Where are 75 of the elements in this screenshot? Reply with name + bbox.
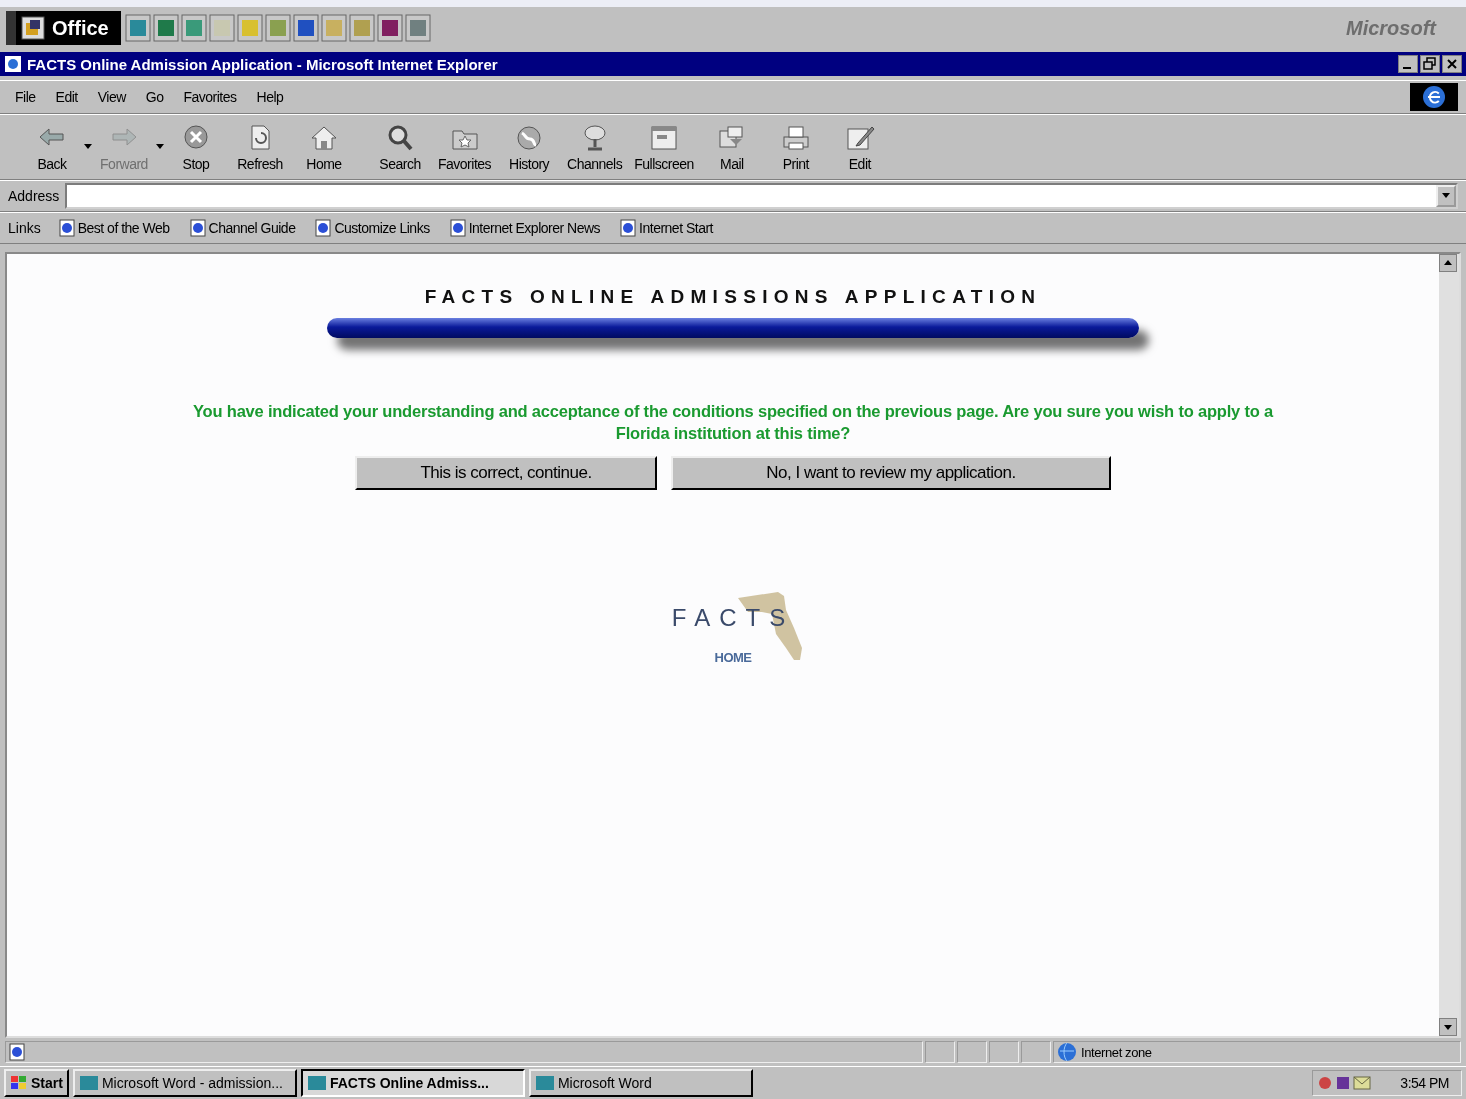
logo-text: FACTS: [671, 604, 795, 632]
dropdown-arrow-icon[interactable]: [1442, 193, 1450, 199]
home-link[interactable]: HOME: [714, 640, 752, 674]
office-shortcut-bar[interactable]: Office: [6, 11, 121, 45]
windows-logo-icon: [10, 1074, 28, 1092]
link-button[interactable]: Channel Guide: [187, 217, 298, 239]
restore-icon[interactable]: [1420, 55, 1440, 73]
toolbar-button[interactable]: Back: [20, 120, 84, 174]
brand-label: Microsoft: [1346, 16, 1436, 40]
office-logo-icon[interactable]: [20, 15, 46, 41]
web-page-icon: [315, 219, 332, 237]
toolbar-button[interactable]: History: [497, 120, 562, 174]
page-status-icon: [9, 1043, 27, 1061]
menu-item[interactable]: Edit: [48, 87, 85, 107]
toolbar-button[interactable]: Favorites: [432, 120, 498, 174]
menu-item[interactable]: Go: [138, 87, 171, 107]
web-page-icon: [620, 219, 637, 237]
web-page-icon: [58, 219, 75, 237]
status-panel: [957, 1041, 987, 1063]
status-panel: [925, 1041, 955, 1063]
window-title: FACTS Online Admission Application - Microsoft Internet Explorer: [27, 55, 498, 73]
globe-icon: [1057, 1042, 1077, 1062]
status-panel: [1021, 1041, 1051, 1063]
menu-item[interactable]: File: [8, 87, 43, 107]
status-panel: [989, 1041, 1019, 1063]
link-button[interactable]: Internet Start: [618, 217, 715, 239]
minimize-icon[interactable]: [1398, 55, 1418, 73]
menu-item[interactable]: View: [90, 87, 133, 107]
taskbar-button[interactable]: FACTS Online Admiss...: [300, 1069, 525, 1097]
toolbar-button[interactable]: Refresh: [228, 120, 292, 174]
office-label: Office: [52, 16, 109, 40]
confirmation-message: You have indicated your understanding and acceptance of the conditions specified on the previous page. Are you sure you wish to apply to a Florida institution at this time?: [192, 401, 1275, 444]
tray-app-icon[interactable]: [1335, 1075, 1351, 1091]
form-button[interactable]: No, I want to review my application.: [671, 456, 1111, 490]
web-page-icon: [449, 219, 466, 237]
app-icon: [306, 1074, 327, 1092]
page-heading: FACTS ONLINE ADMISSIONS APPLICATION: [424, 286, 1042, 308]
zone-label: Internet zone: [1081, 1044, 1152, 1060]
form-button[interactable]: This is correct, continue.: [355, 456, 657, 490]
app-shortcut-icon[interactable]: [124, 14, 151, 42]
tray-app-icon[interactable]: [1317, 1075, 1333, 1091]
app-shortcut-icon[interactable]: [152, 14, 179, 42]
web-page-icon: [189, 219, 206, 237]
menu-item[interactable]: Favorites: [176, 87, 244, 107]
app-shortcut-icon[interactable]: [404, 14, 431, 42]
link-button[interactable]: Internet Explorer News: [447, 217, 603, 239]
close-icon[interactable]: [1442, 55, 1462, 73]
app-shortcut-icon[interactable]: [376, 14, 403, 42]
envelope-icon[interactable]: [1353, 1076, 1371, 1090]
start-button[interactable]: Start: [4, 1069, 69, 1097]
menu-item[interactable]: Help: [249, 87, 291, 107]
link-button[interactable]: Customize Links: [313, 217, 432, 239]
app-icon: [78, 1074, 99, 1092]
toolbar-button[interactable]: Mail: [699, 120, 764, 174]
toolbar-button[interactable]: Channels: [561, 120, 629, 174]
scroll-down-icon[interactable]: [1439, 1018, 1457, 1036]
address-label: Address: [8, 188, 60, 204]
links-label: Links: [8, 220, 41, 236]
taskbar-button[interactable]: Microsoft Word - admission...: [72, 1069, 297, 1097]
toolbar-button[interactable]: Fullscreen: [628, 120, 700, 174]
vertical-scrollbar[interactable]: [1439, 254, 1459, 1036]
taskbar-button[interactable]: Microsoft Word: [528, 1069, 753, 1097]
app-shortcut-icon[interactable]: [292, 14, 319, 42]
toolbar-button[interactable]: Search: [368, 120, 432, 174]
address-field[interactable]: [65, 183, 1458, 209]
link-button[interactable]: Best of the Web: [56, 217, 172, 239]
scroll-up-icon[interactable]: [1439, 254, 1457, 272]
toolbar-button[interactable]: Home: [292, 120, 356, 174]
clock: 3:54 PM: [1400, 1075, 1449, 1091]
app-icon: [534, 1074, 555, 1092]
toolbar-button[interactable]: Edit: [827, 120, 892, 174]
toolbar-button[interactable]: Stop: [164, 120, 228, 174]
browser-page-icon: [4, 55, 22, 73]
dropdown-caret-icon[interactable]: [84, 144, 92, 150]
toolbar-button[interactable]: Print: [763, 120, 828, 174]
